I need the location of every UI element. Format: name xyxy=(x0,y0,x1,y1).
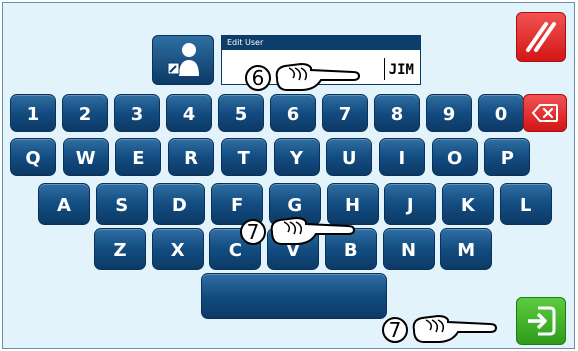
key-label: D xyxy=(171,194,187,216)
key-label: H xyxy=(344,194,361,216)
key-s[interactable]: S xyxy=(95,183,148,225)
key-label: I xyxy=(398,147,406,169)
clear-icon xyxy=(526,22,556,52)
key-label: J xyxy=(406,194,414,216)
pointing-hand-icon xyxy=(275,62,361,91)
annotation-6: 6 xyxy=(245,60,361,96)
key-p[interactable]: P xyxy=(484,138,531,176)
key-label: F xyxy=(230,194,244,216)
field-title: Edit User xyxy=(222,36,420,50)
key-0[interactable]: 0 xyxy=(478,94,524,132)
annotation-number: 6 xyxy=(245,65,271,91)
key-label: W xyxy=(75,147,96,169)
key-label: 7 xyxy=(338,103,352,125)
key-label: R xyxy=(184,147,199,169)
pointing-hand-icon xyxy=(270,216,356,245)
key-u[interactable]: U xyxy=(326,138,373,176)
key-label: 9 xyxy=(442,103,456,125)
key-label: K xyxy=(460,194,475,216)
key-label: 2 xyxy=(78,103,92,125)
key-x[interactable]: X xyxy=(151,228,204,270)
key-label: 6 xyxy=(286,103,300,125)
key-1[interactable]: 1 xyxy=(10,94,56,132)
key-label: Z xyxy=(113,239,127,261)
key-i[interactable]: I xyxy=(378,138,425,176)
text-cursor xyxy=(384,58,385,80)
key-j[interactable]: J xyxy=(384,183,437,225)
key-label: O xyxy=(446,147,463,169)
key-label: S xyxy=(115,194,129,216)
key-label: 5 xyxy=(234,103,248,125)
key-label: E xyxy=(132,147,145,169)
enter-arrow-icon xyxy=(528,306,556,336)
key-label: T xyxy=(237,147,250,169)
backspace-button[interactable] xyxy=(523,94,567,132)
key-label: Q xyxy=(25,147,41,169)
key-m[interactable]: M xyxy=(440,228,493,270)
key-l[interactable]: L xyxy=(499,183,552,225)
annotation-7-bottom: 7 xyxy=(382,312,498,348)
key-label: 8 xyxy=(390,103,404,125)
key-label: A xyxy=(57,194,71,216)
key-label: P xyxy=(500,147,514,169)
key-y[interactable]: Y xyxy=(273,138,320,176)
key-e[interactable]: E xyxy=(115,138,162,176)
key-5[interactable]: 5 xyxy=(218,94,264,132)
annotation-number: 7 xyxy=(382,317,408,343)
key-7[interactable]: 7 xyxy=(322,94,368,132)
annotation-number: 7 xyxy=(240,219,266,245)
key-k[interactable]: K xyxy=(441,183,494,225)
key-label: Y xyxy=(289,147,304,169)
key-label: U xyxy=(341,147,357,169)
key-label: 3 xyxy=(130,103,144,125)
user-edit-icon xyxy=(152,35,214,85)
key-n[interactable]: N xyxy=(382,228,435,270)
key-label: 0 xyxy=(494,103,508,125)
key-d[interactable]: D xyxy=(153,183,206,225)
key-label: N xyxy=(400,239,417,261)
annotation-7-top: 7 xyxy=(240,214,356,250)
pointing-hand-icon xyxy=(412,314,498,343)
key-a[interactable]: A xyxy=(38,183,90,225)
key-4[interactable]: 4 xyxy=(166,94,212,132)
key-label: X xyxy=(170,239,185,261)
key-t[interactable]: T xyxy=(220,138,267,176)
key-q[interactable]: Q xyxy=(10,138,56,176)
field-value: JIM xyxy=(388,62,414,78)
clear-button[interactable] xyxy=(516,12,566,62)
key-o[interactable]: O xyxy=(431,138,478,176)
backspace-icon xyxy=(531,104,558,122)
key-2[interactable]: 2 xyxy=(62,94,108,132)
key-w[interactable]: W xyxy=(62,138,109,176)
key-label: G xyxy=(287,194,303,216)
key-label: 4 xyxy=(182,103,196,125)
key-9[interactable]: 9 xyxy=(426,94,472,132)
key-label: M xyxy=(457,239,476,261)
key-8[interactable]: 8 xyxy=(374,94,420,132)
key-3[interactable]: 3 xyxy=(114,94,160,132)
space-key[interactable] xyxy=(201,273,387,319)
key-label: L xyxy=(519,194,532,216)
key-6[interactable]: 6 xyxy=(270,94,316,132)
key-r[interactable]: R xyxy=(168,138,215,176)
key-label: 1 xyxy=(26,103,40,125)
key-z[interactable]: Z xyxy=(94,228,146,270)
enter-button[interactable] xyxy=(516,297,566,345)
